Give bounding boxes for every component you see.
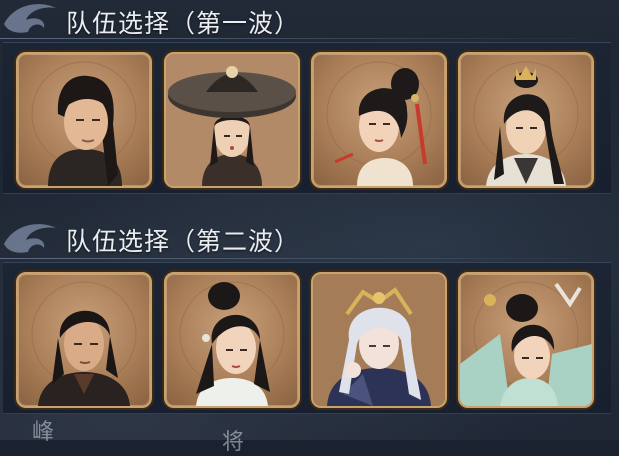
hat-woman-portrait-icon bbox=[166, 54, 298, 186]
red-tassel-woman-portrait-icon bbox=[326, 61, 432, 186]
crowned-scholar-portrait-icon bbox=[473, 61, 579, 186]
wave-1-member-1[interactable] bbox=[16, 52, 152, 188]
cloud-swirl-icon bbox=[4, 224, 56, 253]
cloud-swirl-icon bbox=[4, 4, 56, 33]
footer-left-glyph: 峰 bbox=[32, 420, 55, 445]
wave-1-member-3[interactable] bbox=[311, 52, 447, 188]
silver-hair-portrait-icon bbox=[313, 274, 445, 406]
wave-2-member-1[interactable] bbox=[16, 272, 152, 408]
wave-1-member-4[interactable] bbox=[458, 52, 594, 188]
wave-2-member-4[interactable] bbox=[458, 272, 594, 408]
wave-2-member-2[interactable] bbox=[164, 272, 300, 408]
dark-robe-man-portrait-icon bbox=[31, 281, 137, 406]
wave-2-member-3[interactable] bbox=[311, 272, 447, 408]
wave-1-title: 队伍选择（第一波） bbox=[66, 9, 301, 38]
wave-2-title: 队伍选择（第二波） bbox=[66, 227, 301, 256]
white-robe-woman-portrait-icon bbox=[179, 281, 285, 406]
divider bbox=[0, 38, 619, 39]
wave-1-member-2[interactable] bbox=[164, 52, 300, 188]
green-robe-woman-portrait-icon bbox=[460, 281, 592, 406]
divider bbox=[0, 258, 619, 259]
male-swordsman-portrait-icon bbox=[31, 61, 137, 186]
footer-right-glyph: 将 bbox=[222, 430, 245, 455]
